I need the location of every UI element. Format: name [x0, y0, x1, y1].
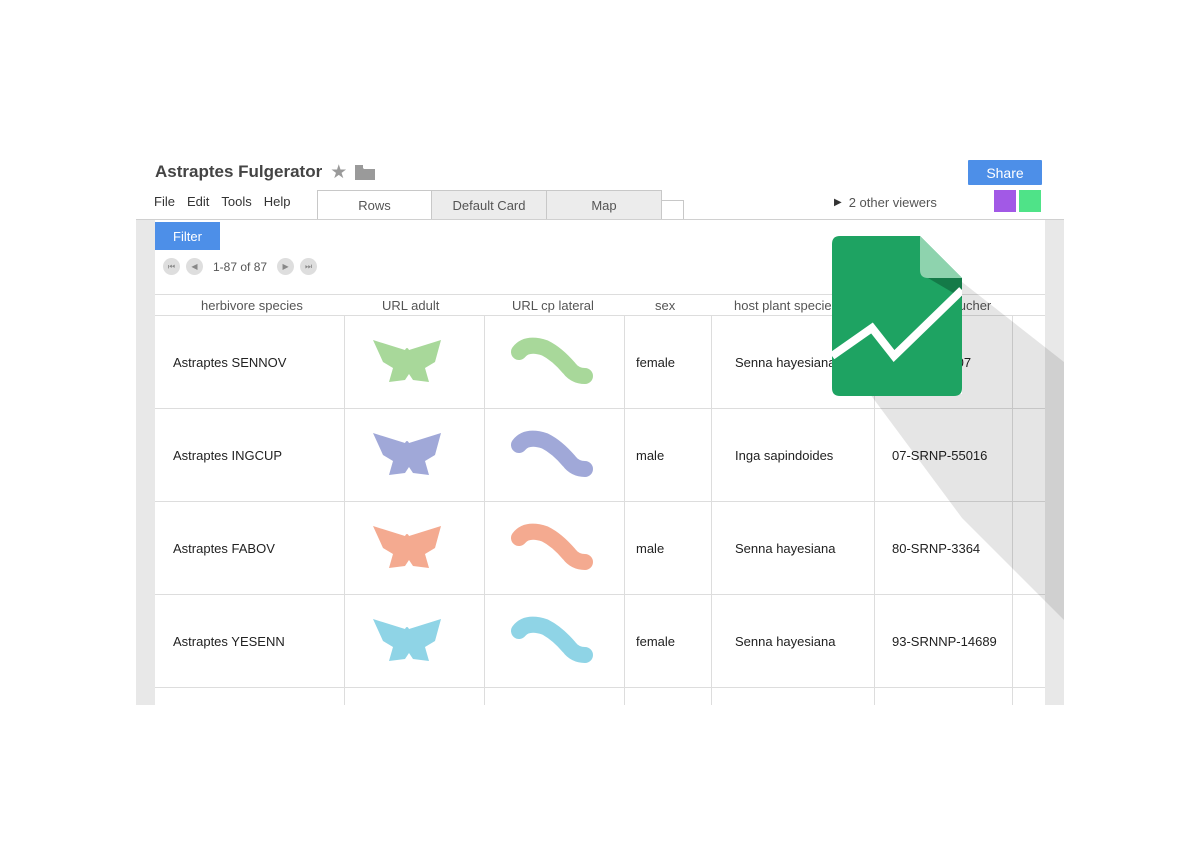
table-row[interactable]: Astraptes INGCUP male Inga sapindoides 0… [155, 409, 1045, 502]
tab-map[interactable]: Map [547, 190, 662, 220]
caterpillar-thumbnail[interactable] [505, 595, 605, 688]
column-header[interactable]: URL adult [382, 298, 439, 313]
host-plant-cell: Inga sapindoides [735, 448, 834, 463]
host-plant-cell: Senna hayesiana [735, 541, 836, 556]
view-tabs: Rows Default Card Map [317, 190, 684, 220]
caterpillar-thumbnail[interactable] [505, 409, 605, 502]
butterfly-thumbnail[interactable] [365, 502, 465, 595]
expand-triangle-icon: ▶ [834, 197, 842, 208]
column-header[interactable]: sex [655, 298, 675, 313]
star-icon[interactable]: ★ [330, 163, 347, 182]
column-divider [711, 316, 712, 705]
column-divider [624, 316, 625, 705]
pager-text: 1-87 of 87 [213, 259, 268, 274]
column-divider [1012, 316, 1013, 705]
voucher-cell: 93-SRNNP-14689 [892, 634, 997, 649]
caterpillar-thumbnail[interactable] [505, 316, 605, 409]
column-divider [484, 316, 485, 705]
sex-cell: female [636, 355, 676, 370]
first-page-icon[interactable]: ⏮ [163, 258, 180, 275]
column-header[interactable]: URL cp lateral [512, 298, 594, 313]
viewers-indicator[interactable]: ▶ 2 other viewers [834, 195, 937, 210]
menu-edit[interactable]: Edit [187, 194, 209, 209]
title-row: Astraptes Fulgerator ★ [155, 162, 376, 182]
menu-tools[interactable]: Tools [221, 194, 251, 209]
viewer-avatar-2[interactable] [1019, 190, 1041, 212]
caterpillar-thumbnail[interactable] [505, 502, 605, 595]
viewer-avatar-1[interactable] [994, 190, 1016, 212]
species-cell: Astraptes FABOV [173, 541, 275, 556]
column-header[interactable]: host plant species [734, 298, 838, 313]
species-cell: Astraptes SENNOV [173, 355, 287, 370]
table-row[interactable]: Astraptes FABOV male Senna hayesiana 80-… [155, 502, 1045, 595]
google-sheets-logo-icon [832, 236, 962, 396]
sex-cell: male [636, 541, 665, 556]
menu-help[interactable]: Help [264, 194, 291, 209]
document-title[interactable]: Astraptes Fulgerator [155, 162, 322, 182]
add-tab-button[interactable] [662, 200, 684, 220]
host-plant-cell: Senna hayesiana [735, 355, 836, 370]
viewers-text: 2 other viewers [848, 195, 937, 210]
pager: ⏮ ◀ 1-87 of 87 ▶ ⏭ [163, 258, 318, 275]
filter-button[interactable]: Filter [155, 222, 220, 250]
menu-bar: File Edit Tools Help [154, 194, 290, 209]
sex-cell: female [636, 634, 676, 649]
folder-icon[interactable] [355, 165, 376, 180]
next-page-icon[interactable]: ▶ [277, 258, 295, 275]
menu-file[interactable]: File [154, 194, 175, 209]
tab-default-card[interactable]: Default Card [432, 190, 547, 220]
voucher-cell: 80-SRNP-3364 [892, 541, 981, 556]
column-header[interactable]: herbivore species [201, 298, 303, 313]
tab-rows[interactable]: Rows [317, 190, 432, 220]
butterfly-thumbnail[interactable] [365, 409, 465, 502]
column-divider [344, 316, 345, 705]
table-row[interactable]: Astraptes YESENN female Senna hayesiana … [155, 595, 1045, 688]
share-button[interactable]: Share [968, 160, 1042, 185]
sex-cell: male [636, 448, 665, 463]
last-page-icon[interactable]: ⏭ [300, 258, 318, 275]
butterfly-thumbnail[interactable] [365, 316, 465, 409]
voucher-cell: 07-SRNP-55016 [892, 448, 988, 463]
species-cell: Astraptes INGCUP [173, 448, 283, 463]
species-cell: Astraptes YESENN [173, 634, 285, 649]
host-plant-cell: Senna hayesiana [735, 634, 836, 649]
butterfly-thumbnail[interactable] [365, 595, 465, 688]
previous-page-icon[interactable]: ◀ [186, 258, 203, 275]
